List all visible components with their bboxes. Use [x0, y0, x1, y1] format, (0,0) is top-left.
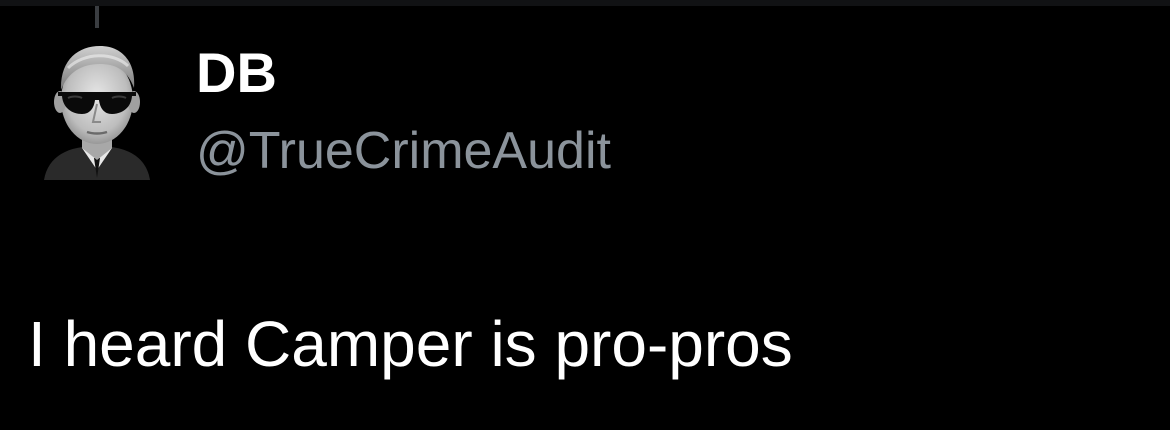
thread-connector-line [95, 6, 99, 28]
tweet-text: I heard Camper is pro-pros [28, 308, 793, 380]
user-handle[interactable]: @TrueCrimeAudit [196, 118, 611, 184]
top-divider [0, 0, 1170, 6]
avatar[interactable] [38, 38, 156, 180]
display-name[interactable]: DB [196, 38, 277, 108]
avatar-man-sunglasses-icon [44, 46, 150, 180]
